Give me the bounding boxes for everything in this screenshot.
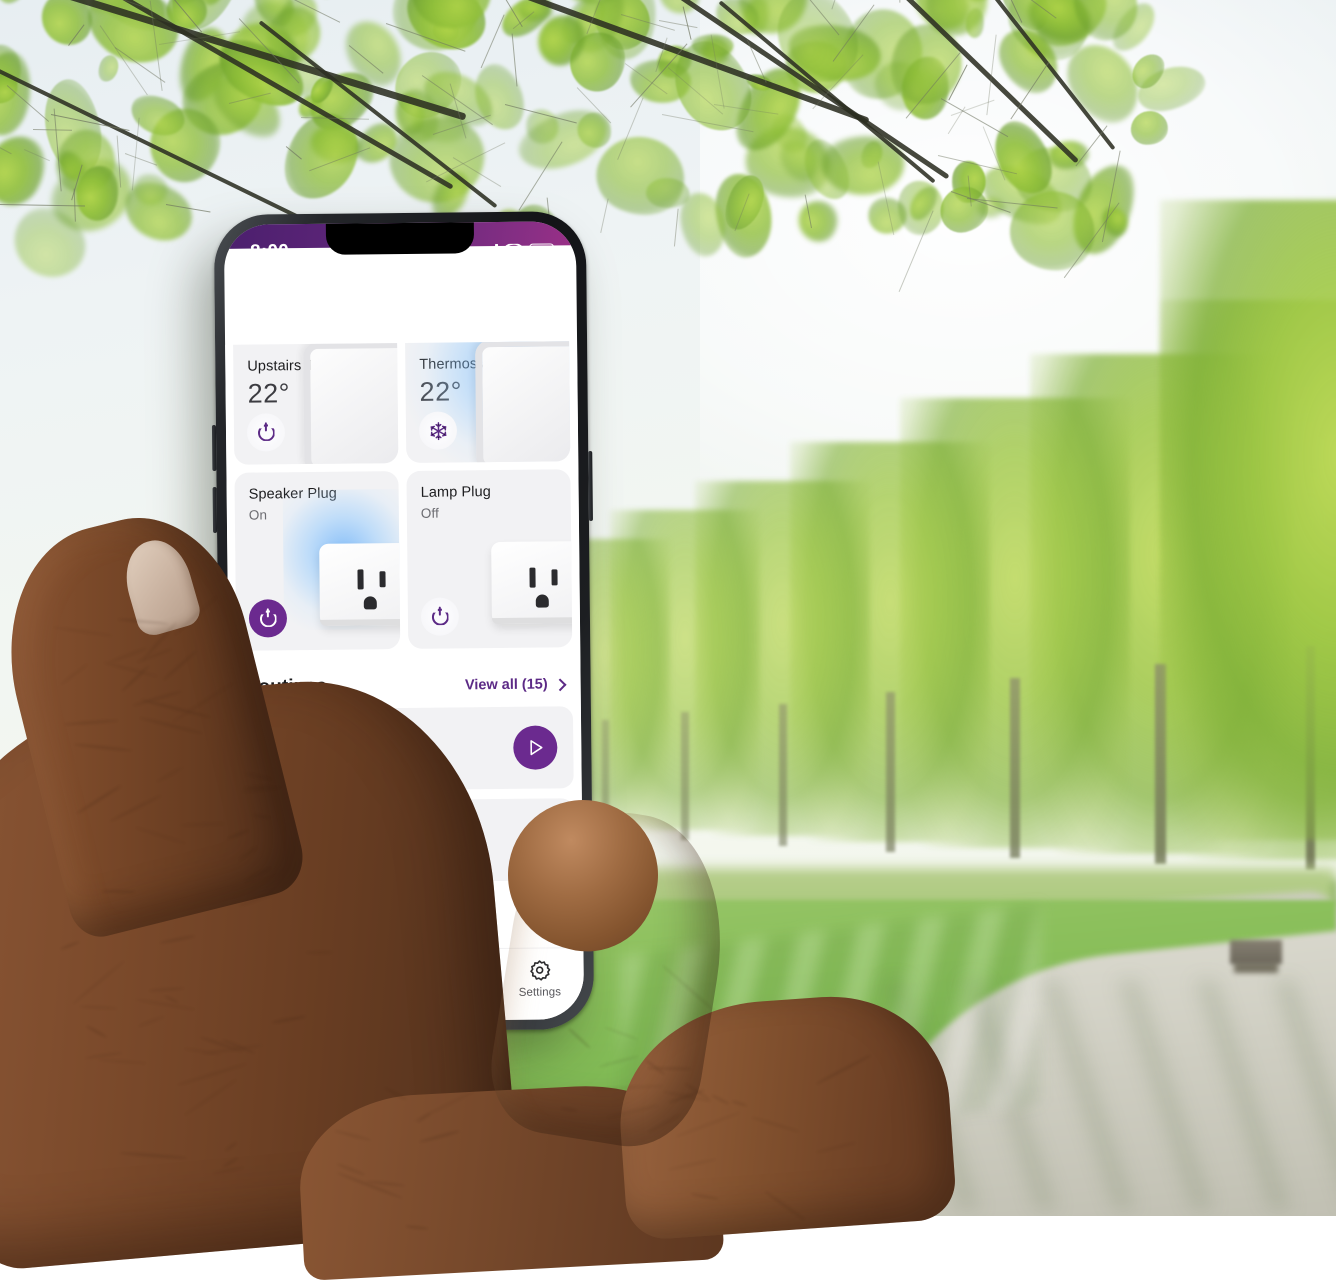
power-toggle-button[interactable]	[421, 597, 459, 635]
power-icon	[257, 424, 274, 441]
tab-home[interactable]: Home	[232, 961, 320, 1002]
home-icon	[264, 961, 288, 984]
tab-label: Services	[341, 988, 386, 1000]
twig	[899, 0, 901, 3]
thermostat-illustration	[303, 341, 398, 465]
tab-services[interactable]: Services	[320, 960, 408, 1001]
power-icon	[259, 610, 276, 627]
run-routine-button[interactable]	[513, 725, 557, 769]
tab-manage[interactable]: Manage	[408, 959, 496, 1000]
routines-header: Routines View all (15)	[228, 647, 581, 710]
tree-line	[600, 300, 1336, 900]
smart-plug-illustration	[319, 543, 400, 626]
home-name-label: 16 Savoy Street	[249, 297, 381, 319]
routines-title: Routines	[245, 676, 327, 699]
tab-label: Manage	[431, 987, 473, 999]
device-tile-thermostat[interactable]: Thermostat 22°	[404, 341, 570, 463]
home-selector[interactable]: 16 Savoy Street	[249, 297, 401, 320]
view-all-routines-link[interactable]: View all (15)	[465, 676, 565, 693]
park-background-scene	[0, 0, 1336, 1216]
twig	[673, 209, 678, 246]
gear-icon	[528, 958, 552, 981]
thermostat-illustration	[475, 341, 570, 463]
device-tile-speaker-plug[interactable]: Speaker Plug On	[234, 471, 400, 651]
status-bar-clock: 8:00	[250, 241, 289, 263]
snowflake-icon	[427, 420, 448, 441]
tab-settings[interactable]: Settings	[496, 958, 584, 999]
phone-screen: 8:00 16 Savoy Street	[224, 221, 584, 1023]
device-tile-upstairs-thermostat[interactable]: Upstairs Thermostat 22°	[232, 341, 398, 465]
volume-button[interactable]	[212, 425, 216, 471]
cellular-signal-icon	[481, 244, 498, 256]
header-actions: ?	[488, 293, 555, 318]
park-bench	[1230, 940, 1282, 964]
tree-trunk	[886, 692, 895, 852]
skin-crease	[406, 1224, 429, 1230]
routine-description: Doorbell chime, off, Nursery plug, off	[254, 837, 558, 855]
twig	[940, 98, 1007, 137]
smartphone: 8:00 16 Savoy Street	[214, 211, 595, 1033]
app-header-row: 16 Savoy Street ?	[224, 269, 577, 345]
leaf-cluster	[0, 0, 40, 9]
smart-plug-illustration	[491, 541, 572, 624]
power-button[interactable]	[588, 451, 593, 521]
chevron-right-icon	[554, 678, 567, 691]
routine-name: Evening lights	[253, 722, 557, 743]
foreground-tree	[1160, 200, 1336, 840]
tile-title: Speaker Plug	[249, 484, 385, 505]
tree-trunk	[602, 720, 609, 834]
tile-status: Off	[421, 505, 557, 521]
app-content[interactable]: Upstairs Thermostat 22° Thermostat 22°	[225, 341, 583, 951]
bar-chart-icon	[352, 960, 375, 983]
device-tile-grid: Upstairs Thermostat 22° Thermostat 22°	[225, 341, 580, 651]
tree-trunk	[681, 712, 689, 840]
power-icon	[431, 608, 448, 625]
device-tile-lamp-plug[interactable]: Lamp Plug Off	[406, 469, 572, 649]
volume-button[interactable]	[213, 487, 217, 533]
twig	[33, 129, 72, 131]
tab-label: Home	[260, 989, 292, 1001]
play-icon	[524, 737, 546, 759]
notch	[326, 222, 474, 255]
tile-status: On	[249, 506, 385, 522]
leaf-cluster	[790, 193, 845, 248]
tree-trunk	[1010, 678, 1020, 858]
status-bar-icons	[481, 243, 554, 257]
device-toggle-icon	[439, 959, 465, 982]
power-toggle-button[interactable]	[249, 599, 287, 637]
routine-card-evening-lights[interactable]: Evening lights Living room plug	[237, 706, 574, 792]
routine-card-baby-nap-time[interactable]: Baby nap time Doorbell chime, off, Nurse…	[238, 798, 575, 884]
twig	[600, 198, 609, 233]
tree-trunk	[779, 704, 787, 846]
power-toggle-button[interactable]	[247, 413, 285, 451]
chevron-down-icon	[387, 296, 403, 312]
battery-full-icon	[529, 243, 554, 256]
routine-name: Baby nap time	[254, 814, 558, 835]
tab-label: Settings	[519, 986, 561, 998]
wifi-icon	[505, 243, 522, 256]
plus-icon[interactable]	[488, 295, 510, 317]
routine-description: Living room plug	[253, 745, 557, 763]
view-all-label: View all (15)	[465, 676, 548, 693]
cooling-mode-button[interactable]	[419, 411, 457, 449]
help-circle-icon[interactable]: ?	[531, 293, 555, 317]
tile-title: Lamp Plug	[421, 482, 557, 503]
